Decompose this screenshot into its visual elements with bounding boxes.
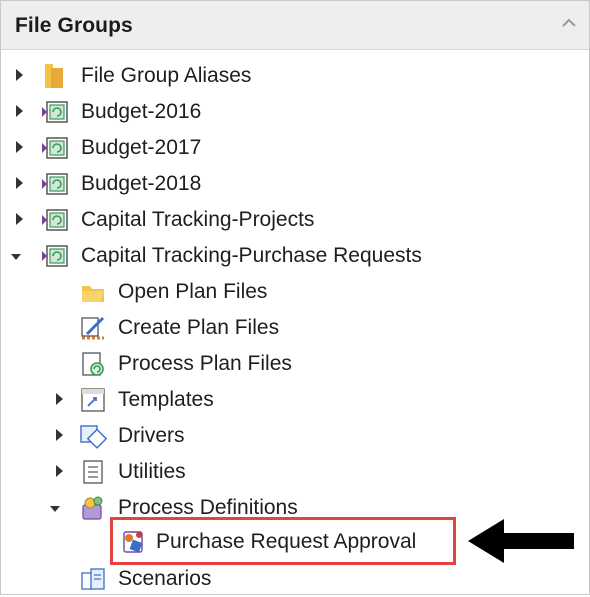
process-definitions-icon	[82, 496, 103, 520]
collapse-arrow-icon[interactable]	[47, 498, 63, 516]
file-group-icon	[42, 173, 68, 195]
expand-arrow-icon[interactable]	[11, 174, 27, 192]
drivers-icon	[80, 425, 107, 449]
create-plan-icon	[81, 316, 105, 340]
file-group-icon	[42, 245, 68, 267]
file-groups-panel: File Groups File Group Aliases Budget-20…	[0, 0, 590, 595]
tree-item-file-group-aliases[interactable]: File Group Aliases	[1, 58, 589, 94]
tree-item-label: Drivers	[118, 424, 185, 447]
tree-item-templates[interactable]: Templates	[1, 382, 589, 418]
tree-item-create-plan-files[interactable]: Create Plan Files	[1, 310, 589, 346]
scenarios-icon	[81, 568, 105, 590]
expand-arrow-icon[interactable]	[51, 462, 67, 480]
left-arrow-icon	[468, 519, 574, 563]
tree-item-label: Templates	[118, 388, 214, 411]
process-plan-icon	[82, 352, 104, 376]
expand-arrow-icon[interactable]	[51, 426, 67, 444]
tree-item-label: Budget-2016	[81, 100, 202, 123]
tree-item-budget-2016[interactable]: Budget-2016	[1, 94, 589, 130]
tree-item-label: Process Plan Files	[118, 352, 292, 375]
expand-arrow-icon[interactable]	[11, 210, 27, 228]
tree-item-label: Budget-2018	[81, 172, 202, 195]
tree-item-label: File Group Aliases	[81, 64, 252, 87]
tree-item-capital-tracking-projects[interactable]: Capital Tracking-Projects	[1, 202, 589, 238]
tree-item-label: Scenarios	[118, 567, 212, 590]
tree-item-drivers[interactable]: Drivers	[1, 418, 589, 454]
file-group-icon	[42, 137, 68, 159]
expand-arrow-icon[interactable]	[11, 102, 27, 120]
file-group-icon	[42, 209, 68, 231]
tree-item-label: Capital Tracking-Projects	[81, 208, 315, 231]
tree-item-label: Utilities	[118, 460, 186, 483]
panel-header: File Groups	[1, 1, 589, 50]
chevron-up-icon[interactable]	[559, 15, 579, 31]
utilities-icon	[83, 460, 103, 484]
file-group-icon	[42, 101, 68, 123]
highlight-box	[110, 517, 456, 565]
open-folder-icon	[82, 286, 104, 302]
panel-title: File Groups	[15, 14, 133, 37]
tree-item-label: Capital Tracking-Purchase Requests	[81, 244, 422, 267]
expand-arrow-icon[interactable]	[11, 138, 27, 156]
tree-item-budget-2017[interactable]: Budget-2017	[1, 130, 589, 166]
tree-item-process-plan-files[interactable]: Process Plan Files	[1, 346, 589, 382]
expand-arrow-icon[interactable]	[51, 390, 67, 408]
tree-item-label: Open Plan Files	[118, 280, 268, 303]
tree-item-label: Create Plan Files	[118, 316, 280, 339]
tree-item-budget-2018[interactable]: Budget-2018	[1, 166, 589, 202]
templates-icon	[81, 388, 105, 412]
tree-item-open-plan-files[interactable]: Open Plan Files	[1, 274, 589, 310]
folder-icon	[45, 64, 63, 88]
tree-item-label: Budget-2017	[81, 136, 202, 159]
tree-item-utilities[interactable]: Utilities	[1, 454, 589, 490]
collapse-arrow-icon[interactable]	[8, 246, 24, 264]
expand-arrow-icon[interactable]	[11, 66, 27, 84]
tree-item-capital-tracking-purchase-requests[interactable]: Capital Tracking-Purchase Requests	[1, 238, 589, 274]
